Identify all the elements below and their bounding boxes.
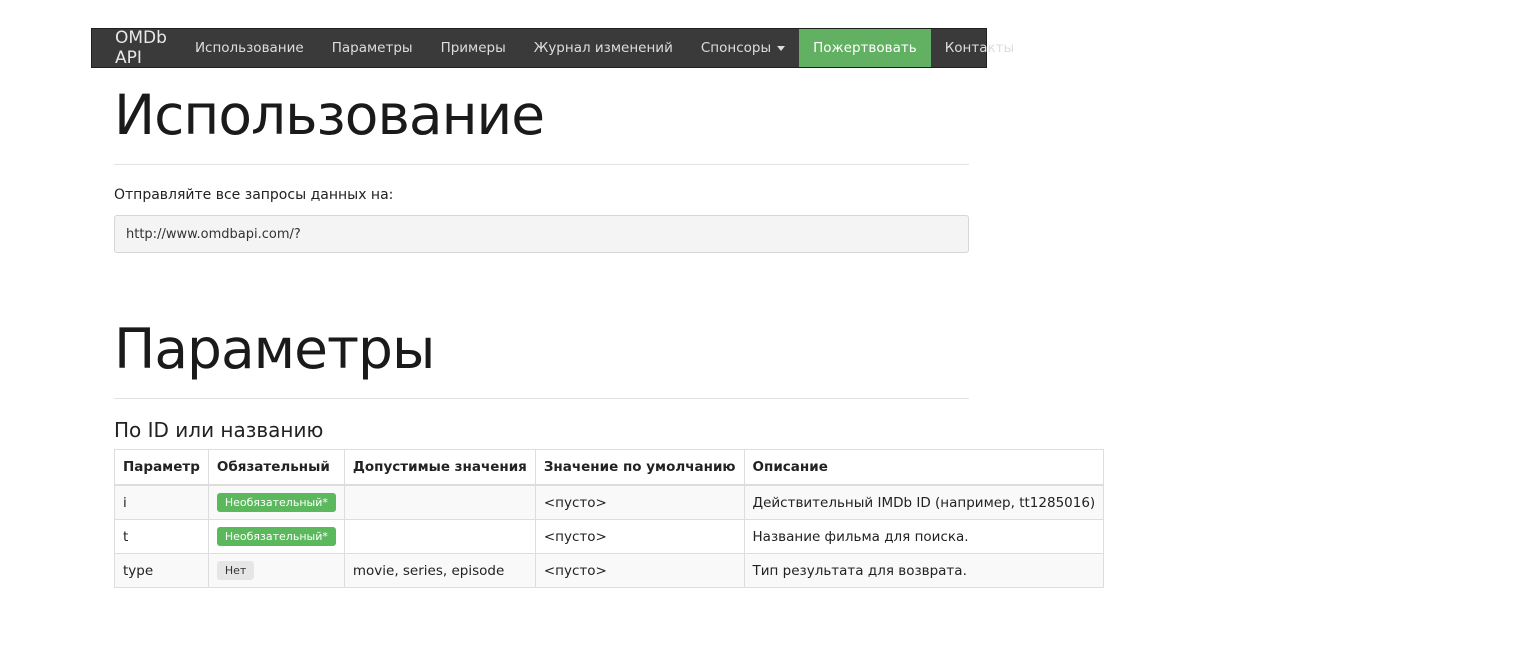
col-header-required: Обязательный	[207, 449, 345, 486]
optional-badge: Необязательный*	[216, 492, 336, 513]
navbar: OMDb API Использование Параметры Примеры…	[91, 28, 1014, 68]
nav-donate[interactable]: Пожертвовать	[799, 29, 931, 67]
description-cell: Действительный IMDb ID (например, tt1285…	[743, 484, 1105, 520]
col-header-parameter: Параметр	[114, 449, 209, 486]
nav-changelog[interactable]: Журнал изменений	[520, 29, 687, 67]
valid-options-cell: movie, series, episode	[343, 553, 536, 588]
api-url-box[interactable]: http://www.omdbapi.com/?	[114, 215, 969, 253]
nav-examples[interactable]: Примеры	[427, 29, 520, 67]
param-name: i	[114, 484, 209, 520]
col-header-default-value: Значение по умолчанию	[534, 449, 745, 486]
optional-badge: Необязательный*	[216, 526, 336, 547]
col-header-valid-options: Допустимые значения	[343, 449, 536, 486]
col-header-description: Описание	[743, 449, 1105, 486]
nav-sponsors-dropdown[interactable]: Спонсоры	[687, 29, 799, 67]
table-row: type Нет movie, series, episode <пусто> …	[114, 553, 1105, 588]
usage-divider	[114, 164, 969, 165]
default-value-cell: <пусто>	[534, 519, 745, 554]
valid-options-cell	[343, 484, 536, 520]
usage-intro-text: Отправляйте все запросы данных на:	[114, 187, 394, 203]
no-badge: Нет	[216, 560, 255, 581]
table-row: t Необязательный* <пусто> Название фильм…	[114, 519, 1105, 554]
parameters-table: Параметр Обязательный Допустимые значени…	[114, 449, 1105, 588]
required-cell: Необязательный*	[207, 484, 345, 520]
nav-contact[interactable]: Контакты	[931, 29, 1028, 67]
usage-heading: Использование	[114, 83, 545, 147]
nav-usage[interactable]: Использование	[181, 29, 318, 67]
required-cell: Нет	[207, 553, 345, 588]
nav-parameters[interactable]: Параметры	[318, 29, 427, 67]
description-cell: Тип результата для возврата.	[743, 553, 1105, 588]
nav-sponsors-label: Спонсоры	[700, 40, 772, 56]
table-row: i Необязательный* <пусто> Действительный…	[114, 484, 1105, 520]
description-cell: Название фильма для поиска.	[743, 519, 1105, 554]
default-value-cell: <пусто>	[534, 484, 745, 520]
table-header-row: Параметр Обязательный Допустимые значени…	[114, 449, 1105, 486]
by-id-or-title-subheading: По ID или названию	[114, 418, 324, 442]
main-content: Использование Отправляйте все запросы да…	[114, 68, 1105, 588]
parameters-heading: Параметры	[114, 317, 435, 381]
caret-down-icon	[777, 45, 786, 51]
brand-link[interactable]: OMDb API	[92, 28, 181, 68]
parameters-divider	[114, 398, 969, 399]
param-name: t	[114, 519, 209, 554]
default-value-cell: <пусто>	[534, 553, 745, 588]
param-name: type	[114, 553, 209, 588]
required-cell: Необязательный*	[207, 519, 345, 554]
valid-options-cell	[343, 519, 536, 554]
